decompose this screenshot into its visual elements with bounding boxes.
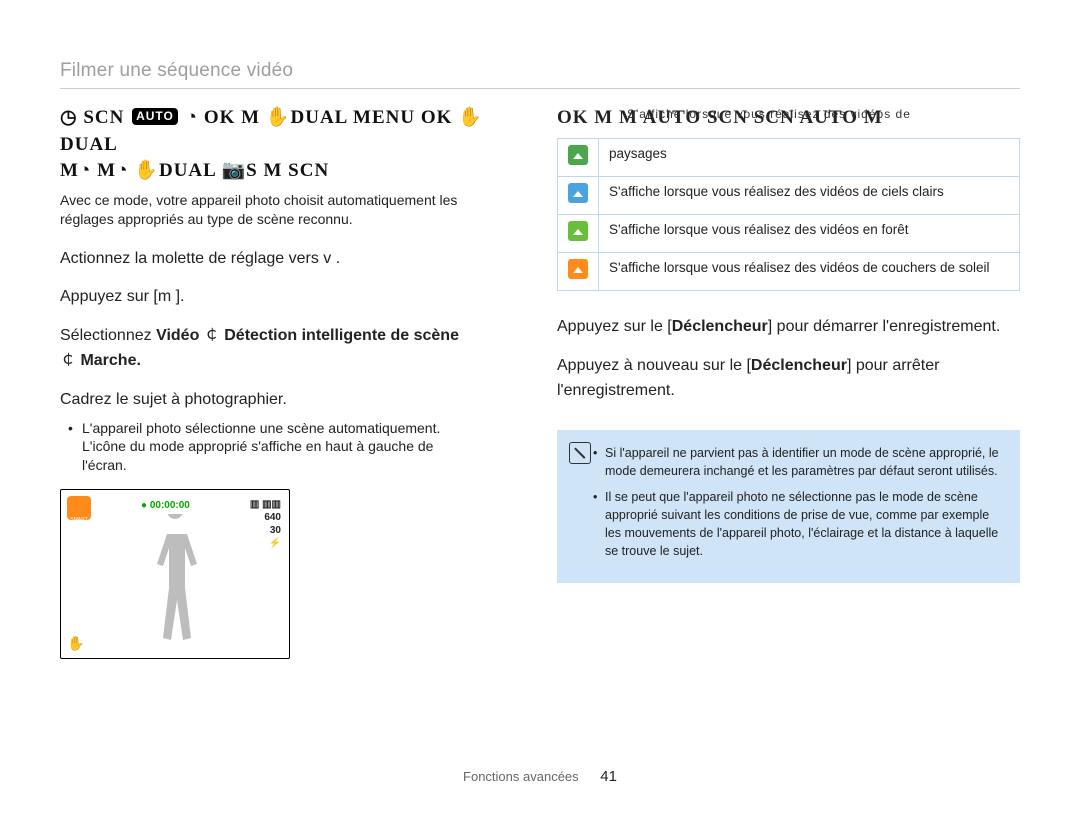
divider xyxy=(60,88,1020,89)
t: Détection intelligente de scène xyxy=(224,327,459,344)
landscape-icon xyxy=(568,145,588,165)
table-row: S'affiche lorsque vous réalisez des vidé… xyxy=(558,253,1020,291)
iconbar-text: M◔ M◔ ✋DUAL 📷S M SCN xyxy=(60,160,329,181)
step-3: Sélectionnez Vidéo ￠ Détection intellige… xyxy=(60,324,523,374)
t: SCN SCN xyxy=(701,107,799,128)
page-number: 41 xyxy=(600,768,617,785)
t: Déclencheur xyxy=(751,357,847,374)
resolution-label: 640 xyxy=(250,511,281,524)
step-5: Appuyez sur le [Déclencheur] pour démarr… xyxy=(557,315,1020,340)
battery-icon: ▥ ▥▥ xyxy=(250,498,281,511)
auto-tag: AUTO xyxy=(132,108,178,125)
t: Appuyez à nouveau sur le [ xyxy=(557,357,751,374)
t: OK M M xyxy=(557,107,643,128)
note-bullet: Il se peut que l'appareil photo ne sélec… xyxy=(605,488,1004,561)
note-icon xyxy=(569,442,591,464)
auto-tag: AUTO xyxy=(799,107,858,128)
scene-desc: S'affiche lorsque vous réalisez des vidé… xyxy=(599,253,1020,291)
step-2: Appuyez sur [m ]. xyxy=(60,285,523,310)
sunset-icon xyxy=(568,259,588,279)
t: Sélectionnez xyxy=(60,327,156,344)
footer-section: Fonctions avancées xyxy=(463,769,579,784)
fps-label: 30 xyxy=(250,524,281,537)
scene-icon-table: paysages S'affiche lorsque vous réalisez… xyxy=(557,138,1020,292)
scene-desc: paysages xyxy=(599,138,1020,176)
stabilizer-icon: ✋ xyxy=(67,635,84,652)
scene-desc: S'affiche lorsque vous réalisez des vidé… xyxy=(599,215,1020,253)
t: ￠ xyxy=(199,327,224,344)
step-4-bullet: L'appareil photo sélectionne une scène a… xyxy=(82,419,523,476)
flash-icon: ⚡ xyxy=(250,537,281,550)
t: ￠ xyxy=(60,352,80,369)
forest-icon xyxy=(568,221,588,241)
t: Appuyez sur le [ xyxy=(557,318,672,335)
mode-icon-bar-right: OK M M AUTO SCN SCN AUTO M S'affiche lor… xyxy=(557,105,1020,132)
rec-timer: ● 00:00:00 xyxy=(141,500,190,511)
t: Cadrez le sujet à photographier. xyxy=(60,391,287,408)
note-bullet: Si l'appareil ne parvient pas à identifi… xyxy=(605,444,1004,480)
t: L'appareil photo sélectionne une scène a… xyxy=(82,420,440,436)
auto-tag: AUTO xyxy=(643,107,702,128)
intro-text: Avec ce mode, votre appareil photo chois… xyxy=(60,191,523,229)
step-4: Cadrez le sujet à photographier. L'appar… xyxy=(60,388,523,475)
lcd-preview: ● 00:00:00 ▥ ▥▥ 640 30 ⚡ ✋ xyxy=(60,489,290,659)
step-1: Actionnez la molette de réglage vers v . xyxy=(60,247,523,272)
sky-icon xyxy=(568,183,588,203)
scene-desc: S'affiche lorsque vous réalisez des vidé… xyxy=(599,176,1020,214)
table-row: S'affiche lorsque vous réalisez des vidé… xyxy=(558,215,1020,253)
smart-icon xyxy=(67,496,91,520)
mode-icon-bar: ◷ SCN AUTO ◔ OK M ✋DUAL MENU OK ✋DUAL M◔… xyxy=(60,105,523,185)
intro-line: Avec ce mode, votre appareil photo chois… xyxy=(60,192,457,208)
t: ] pour démarrer l'enregistrement. xyxy=(768,318,1000,335)
subject-silhouette xyxy=(145,514,205,654)
page-header: Filmer une séquence vidéo xyxy=(60,60,1020,82)
note-box: Si l'appareil ne parvient pas à identifi… xyxy=(557,430,1020,583)
table-row: paysages xyxy=(558,138,1020,176)
lcd-topright: ▥ ▥▥ 640 30 ⚡ xyxy=(250,498,281,550)
page-footer: Fonctions avancées 41 xyxy=(0,768,1080,785)
t: Vidéo xyxy=(156,327,199,344)
t: L'icône du mode approprié s'affiche en h… xyxy=(82,438,433,454)
table-row: S'affiche lorsque vous réalisez des vidé… xyxy=(558,176,1020,214)
right-column: OK M M AUTO SCN SCN AUTO M S'affiche lor… xyxy=(557,105,1020,659)
left-column: ◷ SCN AUTO ◔ OK M ✋DUAL MENU OK ✋DUAL M◔… xyxy=(60,105,523,659)
t: l'écran. xyxy=(82,457,127,473)
t: Marche. xyxy=(80,352,140,369)
t: Déclencheur xyxy=(672,318,768,335)
iconbar-text: ◷ SCN xyxy=(60,107,130,128)
step-6: Appuyez à nouveau sur le [Déclencheur] p… xyxy=(557,354,1020,404)
intro-line: réglages appropriés au type de scène rec… xyxy=(60,211,353,227)
t: M xyxy=(858,107,883,128)
